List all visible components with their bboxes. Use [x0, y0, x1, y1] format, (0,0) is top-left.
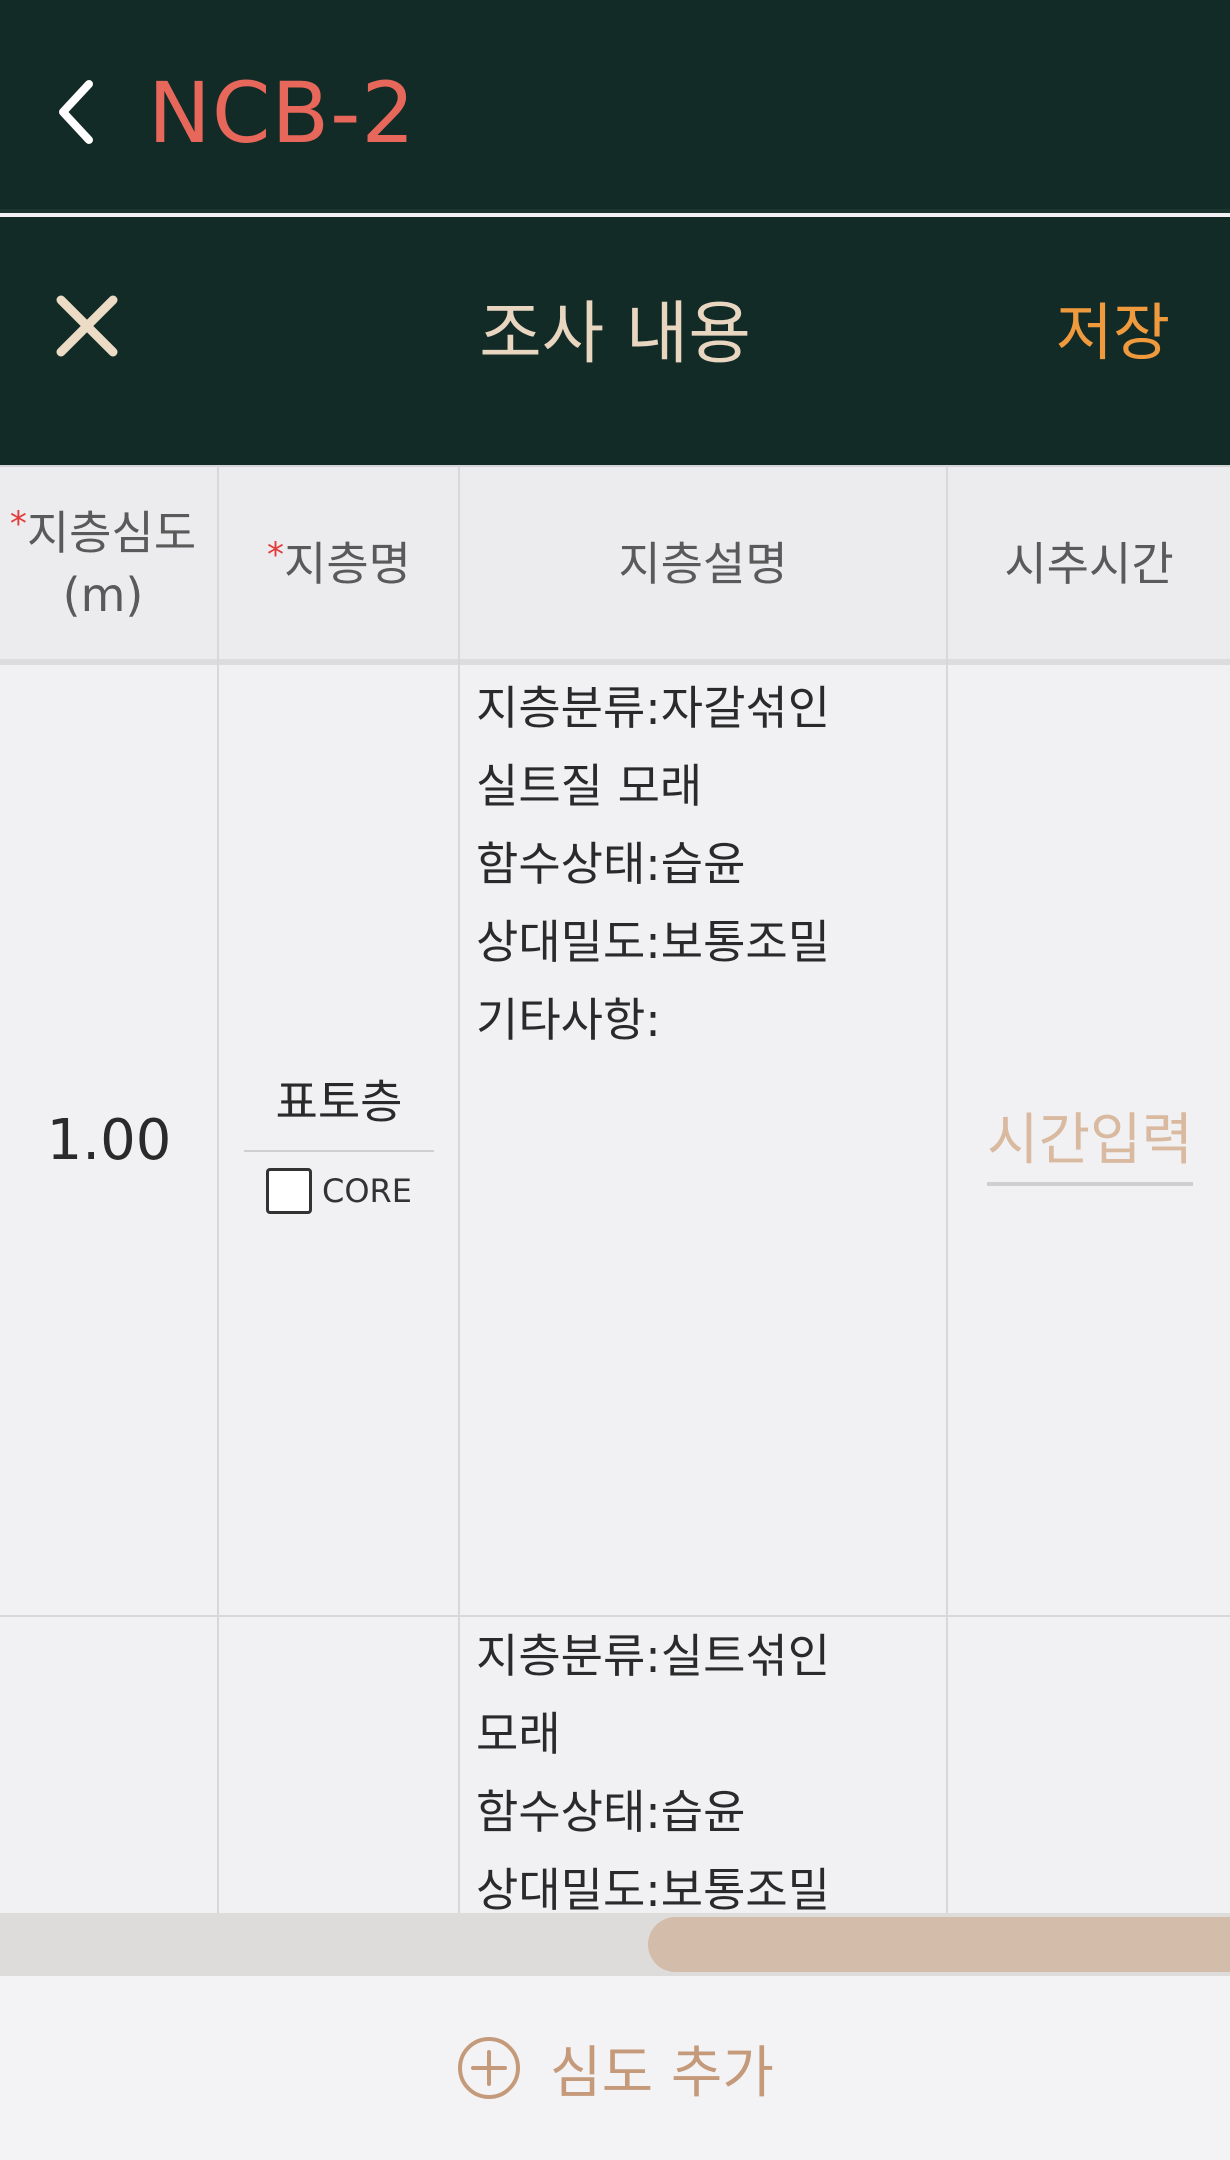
add-depth-bar: 심도 추가: [0, 1976, 1230, 2160]
header-depth-unit: (m): [62, 568, 144, 622]
header-description: 지층설명: [618, 536, 788, 591]
layer-name-cell[interactable]: 표토층 CORE: [220, 665, 458, 1615]
app-root: NCB-2 조사 내용 저장 *지층심도 (m) *지층명 지층설명 시추시간: [0, 0, 1230, 2160]
save-button[interactable]: 저장: [1056, 277, 1170, 377]
layer-name-cell[interactable]: [220, 1617, 458, 1913]
header-layer-name: *지층명: [220, 467, 458, 661]
back-button[interactable]: [40, 62, 110, 162]
modal-title: 조사 내용: [479, 294, 751, 374]
scrollbar-thumb[interactable]: [648, 1917, 1230, 1972]
table-row[interactable]: 지층분류:실트섞인 모래 함수상태:습윤 상대밀도:보통조밀: [0, 1617, 1230, 1913]
chevron-left-icon: [59, 80, 93, 144]
header-depth: *지층심도 (m): [0, 467, 216, 661]
top-nav-bar: NCB-2: [0, 0, 1230, 213]
strata-table[interactable]: *지층심도 (m) *지층명 지층설명 시추시간 1.00 표토층 CORE 지…: [0, 465, 1230, 1913]
header-time: 시추시간: [1004, 536, 1174, 591]
header-depth-label: 지층심도: [26, 505, 197, 560]
layer-name-value[interactable]: 표토층: [244, 1066, 434, 1152]
core-label: CORE: [322, 1172, 412, 1210]
core-checkbox[interactable]: [266, 1168, 312, 1214]
time-input[interactable]: 시간입력: [986, 1095, 1194, 1186]
depth-value[interactable]: [0, 1617, 218, 1913]
table-row[interactable]: 1.00 표토층 CORE 지층분류:자갈섞인 실트질 모래 함수상태:습윤 상…: [0, 665, 1230, 1615]
core-option[interactable]: CORE: [266, 1168, 412, 1214]
layer-description[interactable]: 지층분류:실트섞인 모래 함수상태:습윤 상대밀도:보통조밀: [476, 1617, 946, 1913]
horizontal-scrollbar[interactable]: [0, 1913, 1230, 1976]
time-cell: [950, 1617, 1230, 1913]
plus-circle-icon: [458, 2037, 521, 2099]
add-depth-label: 심도 추가: [550, 2040, 774, 2106]
time-cell: 시간입력: [950, 665, 1230, 1615]
layer-description[interactable]: 지층분류:자갈섞인 실트질 모래 함수상태:습윤 상대밀도:보통조밀 기타사항:: [476, 669, 946, 1059]
modal-header: 조사 내용 저장: [0, 217, 1230, 465]
page-title: NCB-2: [148, 64, 416, 162]
required-mark: *: [9, 503, 27, 544]
header-layer-name-label: 지층명: [284, 536, 411, 591]
add-depth-button[interactable]: 심도 추가: [456, 2028, 774, 2109]
required-mark: *: [267, 534, 285, 575]
depth-value[interactable]: 1.00: [0, 665, 218, 1615]
table-header: *지층심도 (m) *지층명 지층설명 시추시간: [0, 465, 1230, 665]
